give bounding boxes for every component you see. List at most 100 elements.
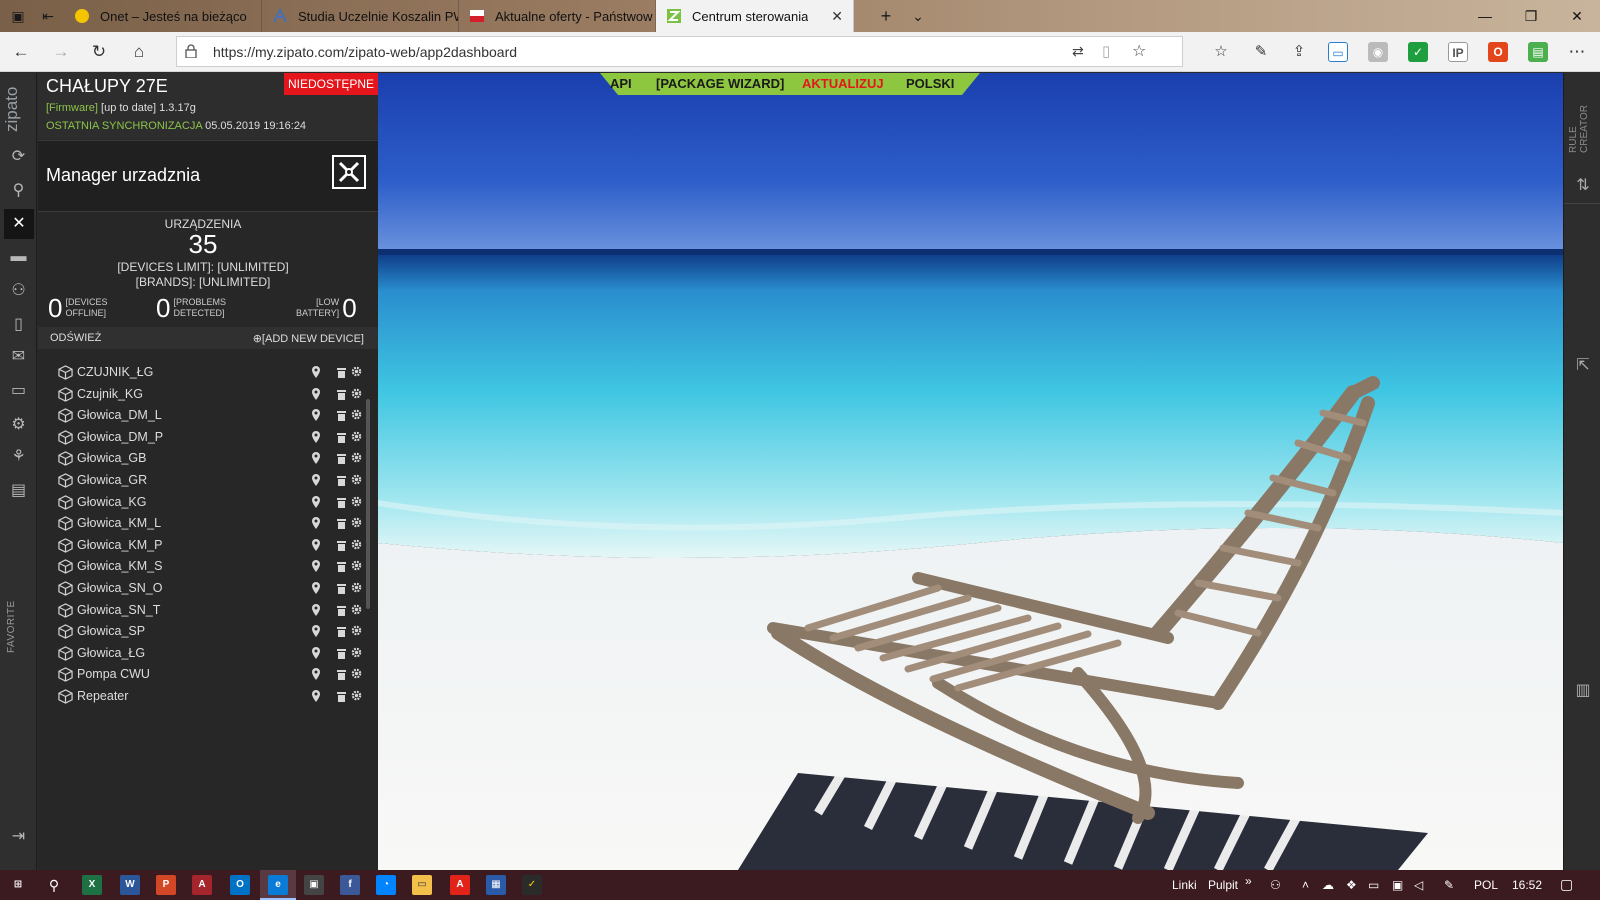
device-row[interactable]: Repeater <box>38 686 368 708</box>
device-row[interactable]: Głowica_KM_L <box>38 513 368 535</box>
location-pin-icon[interactable] <box>312 625 320 638</box>
store-icon[interactable]: ▣ <box>304 875 324 895</box>
clipboard-icon[interactable]: ▤ <box>7 479 30 502</box>
close-window-icon[interactable]: ✕ <box>1554 0 1600 32</box>
delete-icon[interactable] <box>337 497 346 508</box>
sort-arrows-icon[interactable]: ⇅ <box>1572 175 1594 197</box>
volume-icon[interactable]: ◁ <box>1414 878 1423 892</box>
settings-icon[interactable] <box>351 474 362 485</box>
device-row[interactable]: Głowica_ŁG <box>38 643 368 665</box>
problems-stat[interactable]: 0 [PROBLEMS DETECTED] <box>156 293 229 323</box>
settings-icon[interactable] <box>351 560 362 571</box>
add-device-button[interactable]: ⊕[ADD NEW DEVICE] <box>253 332 364 345</box>
battery-stat[interactable]: [LOW BATTERY] 0 <box>293 293 357 323</box>
norton-icon[interactable]: ✓ <box>522 875 542 895</box>
chevron-right-icon[interactable]: » <box>1245 874 1252 888</box>
delete-icon[interactable] <box>337 453 346 465</box>
input-language[interactable]: POL <box>1474 878 1498 892</box>
delete-icon[interactable] <box>337 367 346 378</box>
device-row[interactable]: Głowica_SN_T <box>38 600 368 622</box>
forward-icon[interactable]: → <box>50 41 72 63</box>
contacts-icon[interactable]: ▯ <box>7 313 30 336</box>
extension-check-icon[interactable]: ✓ <box>1408 42 1428 62</box>
delete-icon[interactable] <box>337 410 346 422</box>
settings-icon[interactable] <box>351 604 362 615</box>
favorite-tab[interactable]: FAVORITE <box>6 593 30 653</box>
office-icon[interactable]: O <box>1488 42 1508 62</box>
device-row[interactable]: CZUJNIK_ŁG <box>38 362 368 384</box>
powerpoint-icon[interactable]: P <box>156 875 176 895</box>
app-icon[interactable]: ▦ <box>486 875 506 895</box>
outlook-icon[interactable]: O <box>230 875 250 895</box>
refresh-button[interactable]: ODŚWIEŻ <box>50 332 101 344</box>
delete-icon[interactable] <box>337 518 346 530</box>
facebook-icon[interactable]: f <box>340 875 360 895</box>
pen-workspace-icon[interactable]: ✎ <box>1444 878 1454 892</box>
settings-icon[interactable] <box>351 690 362 701</box>
restore-icon[interactable]: ❐ <box>1508 0 1554 32</box>
translate-icon[interactable]: ⇄ <box>1072 43 1084 60</box>
award-icon[interactable]: ⚘ <box>7 445 30 468</box>
location-pin-icon[interactable] <box>312 366 320 378</box>
tab-list-chevron-icon[interactable]: ⌄ <box>908 6 928 26</box>
api-link[interactable]: API <box>610 76 632 91</box>
device-row[interactable]: Głowica_DM_P <box>38 427 368 449</box>
device-row[interactable]: Pompa CWU <box>38 664 368 686</box>
favorites-hub-icon[interactable]: ☆ <box>1210 41 1232 63</box>
external-link-icon[interactable]: ⇱ <box>1572 355 1594 377</box>
device-row[interactable]: Głowica_KM_P <box>38 535 368 557</box>
settings-icon[interactable] <box>351 388 362 399</box>
offline-stat[interactable]: 0 [DEVICES OFFLINE] <box>48 293 110 323</box>
settings-icon[interactable] <box>351 668 362 679</box>
device-row[interactable]: Głowica_KG <box>38 492 368 514</box>
refresh-icon[interactable]: ↻ <box>88 41 110 63</box>
settings-icon[interactable] <box>351 452 362 463</box>
extension-ip-icon[interactable]: IP <box>1448 42 1468 62</box>
reading-view-icon[interactable]: ▯ <box>1102 42 1110 60</box>
settings-icon[interactable] <box>351 517 362 528</box>
scrollbar[interactable] <box>366 399 370 609</box>
onedrive-icon[interactable]: ☁ <box>1322 878 1334 892</box>
location-pin-icon[interactable] <box>312 668 320 681</box>
location-pin-icon[interactable] <box>312 474 320 486</box>
file-explorer-icon[interactable]: ▭ <box>412 875 432 895</box>
users-icon[interactable]: ⚇ <box>7 279 30 302</box>
delete-icon[interactable] <box>337 561 346 573</box>
settings-gear-icon[interactable]: ⚙ <box>7 413 30 436</box>
location-pin-icon[interactable] <box>312 430 320 443</box>
delete-icon[interactable] <box>337 432 346 443</box>
update-link[interactable]: AKTUALIZUJ <box>802 76 884 91</box>
location-pin-icon[interactable] <box>312 452 320 465</box>
tab-studia[interactable]: Studia Uczelnie Koszalin PW <box>262 0 459 32</box>
notifications-icon[interactable]: ▢ <box>1560 876 1573 893</box>
settings-icon[interactable] <box>351 625 362 636</box>
search-icon[interactable]: ⚲ <box>7 179 30 202</box>
pen-icon[interactable]: ✎ <box>1250 41 1272 63</box>
settings-icon[interactable] <box>351 409 362 420</box>
battery-icon[interactable]: ▭ <box>1368 878 1379 892</box>
extension-screen-icon[interactable]: ▭ <box>1328 42 1348 62</box>
location-pin-icon[interactable] <box>312 603 320 616</box>
minimize-icon[interactable]: — <box>1462 0 1508 32</box>
device-row[interactable]: Głowica_KM_S <box>38 556 368 578</box>
word-icon[interactable]: W <box>120 875 140 895</box>
settings-icon[interactable] <box>351 582 362 593</box>
settings-icon[interactable] <box>351 431 362 442</box>
settings-icon[interactable] <box>351 366 362 377</box>
set-aside-tabs-icon[interactable]: ⇤ <box>38 6 58 26</box>
sync-icon[interactable]: ⟳ <box>7 145 30 168</box>
close-tab-icon[interactable]: ✕ <box>831 8 843 25</box>
location-pin-icon[interactable] <box>312 538 320 551</box>
tab-centrum[interactable]: Centrum sterowania ✕ <box>656 0 854 32</box>
device-row[interactable]: Głowica_SN_O <box>38 578 368 600</box>
more-menu-icon[interactable]: ⋯ <box>1566 41 1588 63</box>
logout-icon[interactable]: ⇥ <box>7 825 30 848</box>
messages-icon[interactable]: ✉ <box>7 345 30 368</box>
package-wizard-link[interactable]: [PACKAGE WIZARD] <box>656 76 784 91</box>
tray-chevron-icon[interactable]: ˄ <box>1302 878 1309 892</box>
device-row[interactable]: Głowica_SP <box>38 621 368 643</box>
new-tab-icon[interactable]: + <box>876 6 896 26</box>
folder-icon[interactable]: ▭ <box>7 379 30 402</box>
device-row[interactable]: Głowica_GB <box>38 448 368 470</box>
scenes-icon[interactable]: ▬ <box>7 245 30 268</box>
